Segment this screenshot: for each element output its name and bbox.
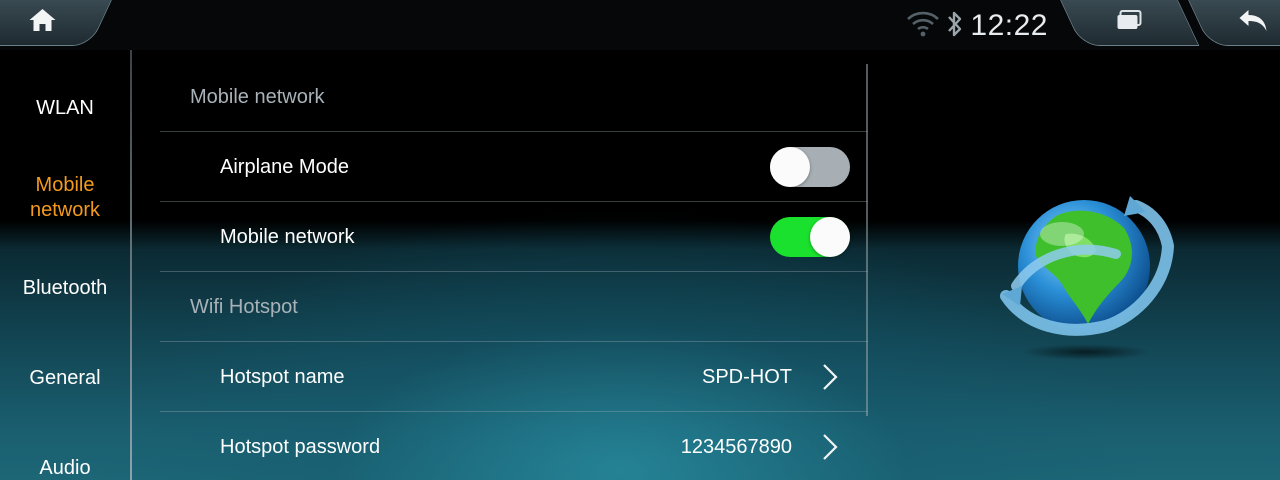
sidebar-item-label: Mobile network [29,174,101,221]
clock: 12:22 [970,9,1048,42]
section-header-mobile-network: Mobile network [160,62,868,132]
sidebar-item-mobile-network[interactable]: Mobile network [0,173,130,223]
mobile-network-label: Mobile network [220,226,355,248]
sidebar-item-label: Audio [39,457,91,479]
mobile-network-row[interactable]: Mobile network [160,202,868,272]
airplane-mode-label: Airplane Mode [220,156,349,178]
sidebar-item-label: Bluetooth [22,277,108,299]
toggle-knob [770,147,810,187]
airplane-mode-toggle[interactable] [770,147,850,187]
hotspot-password-value: 1234567890 [680,436,792,458]
hotspot-name-value: SPD-HOT [702,366,792,388]
globe-icon [996,176,1176,366]
status-icons: 12:22 [906,8,1048,44]
sidebar-item-audio[interactable]: Audio [0,456,130,480]
section-title: Wifi Hotspot [190,296,298,318]
wifi-icon [906,10,940,43]
bluetooth-icon [946,9,964,44]
hotspot-password-label: Hotspot password [220,436,381,458]
sidebar-item-label: General [29,367,101,389]
sidebar-divider [130,50,132,480]
sidebar-item-bluetooth[interactable]: Bluetooth [0,276,130,301]
hotspot-password-row[interactable]: Hotspot password 1234567890 [160,412,868,480]
mobile-network-toggle[interactable] [770,217,850,257]
section-title: Mobile network [190,86,325,108]
hotspot-name-row[interactable]: Hotspot name SPD-HOT [160,342,868,412]
settings-list: Mobile network Airplane Mode Mobile netw… [160,62,868,480]
recent-apps-icon [1114,9,1144,36]
chevron-right-icon [820,362,840,392]
sidebar: WLAN Mobile network Bluetooth General Au… [0,50,130,480]
hotspot-name-label: Hotspot name [220,366,345,388]
sidebar-item-general[interactable]: General [0,366,130,391]
toggle-knob [810,217,850,257]
sidebar-item-label: WLAN [36,97,94,119]
sidebar-item-wlan[interactable]: WLAN [0,96,130,121]
home-icon [28,7,58,38]
back-icon [1236,6,1270,39]
scrollbar[interactable] [866,64,868,416]
section-header-wifi-hotspot: Wifi Hotspot [160,272,868,342]
airplane-mode-row[interactable]: Airplane Mode [160,132,868,202]
chevron-right-icon [820,432,840,462]
